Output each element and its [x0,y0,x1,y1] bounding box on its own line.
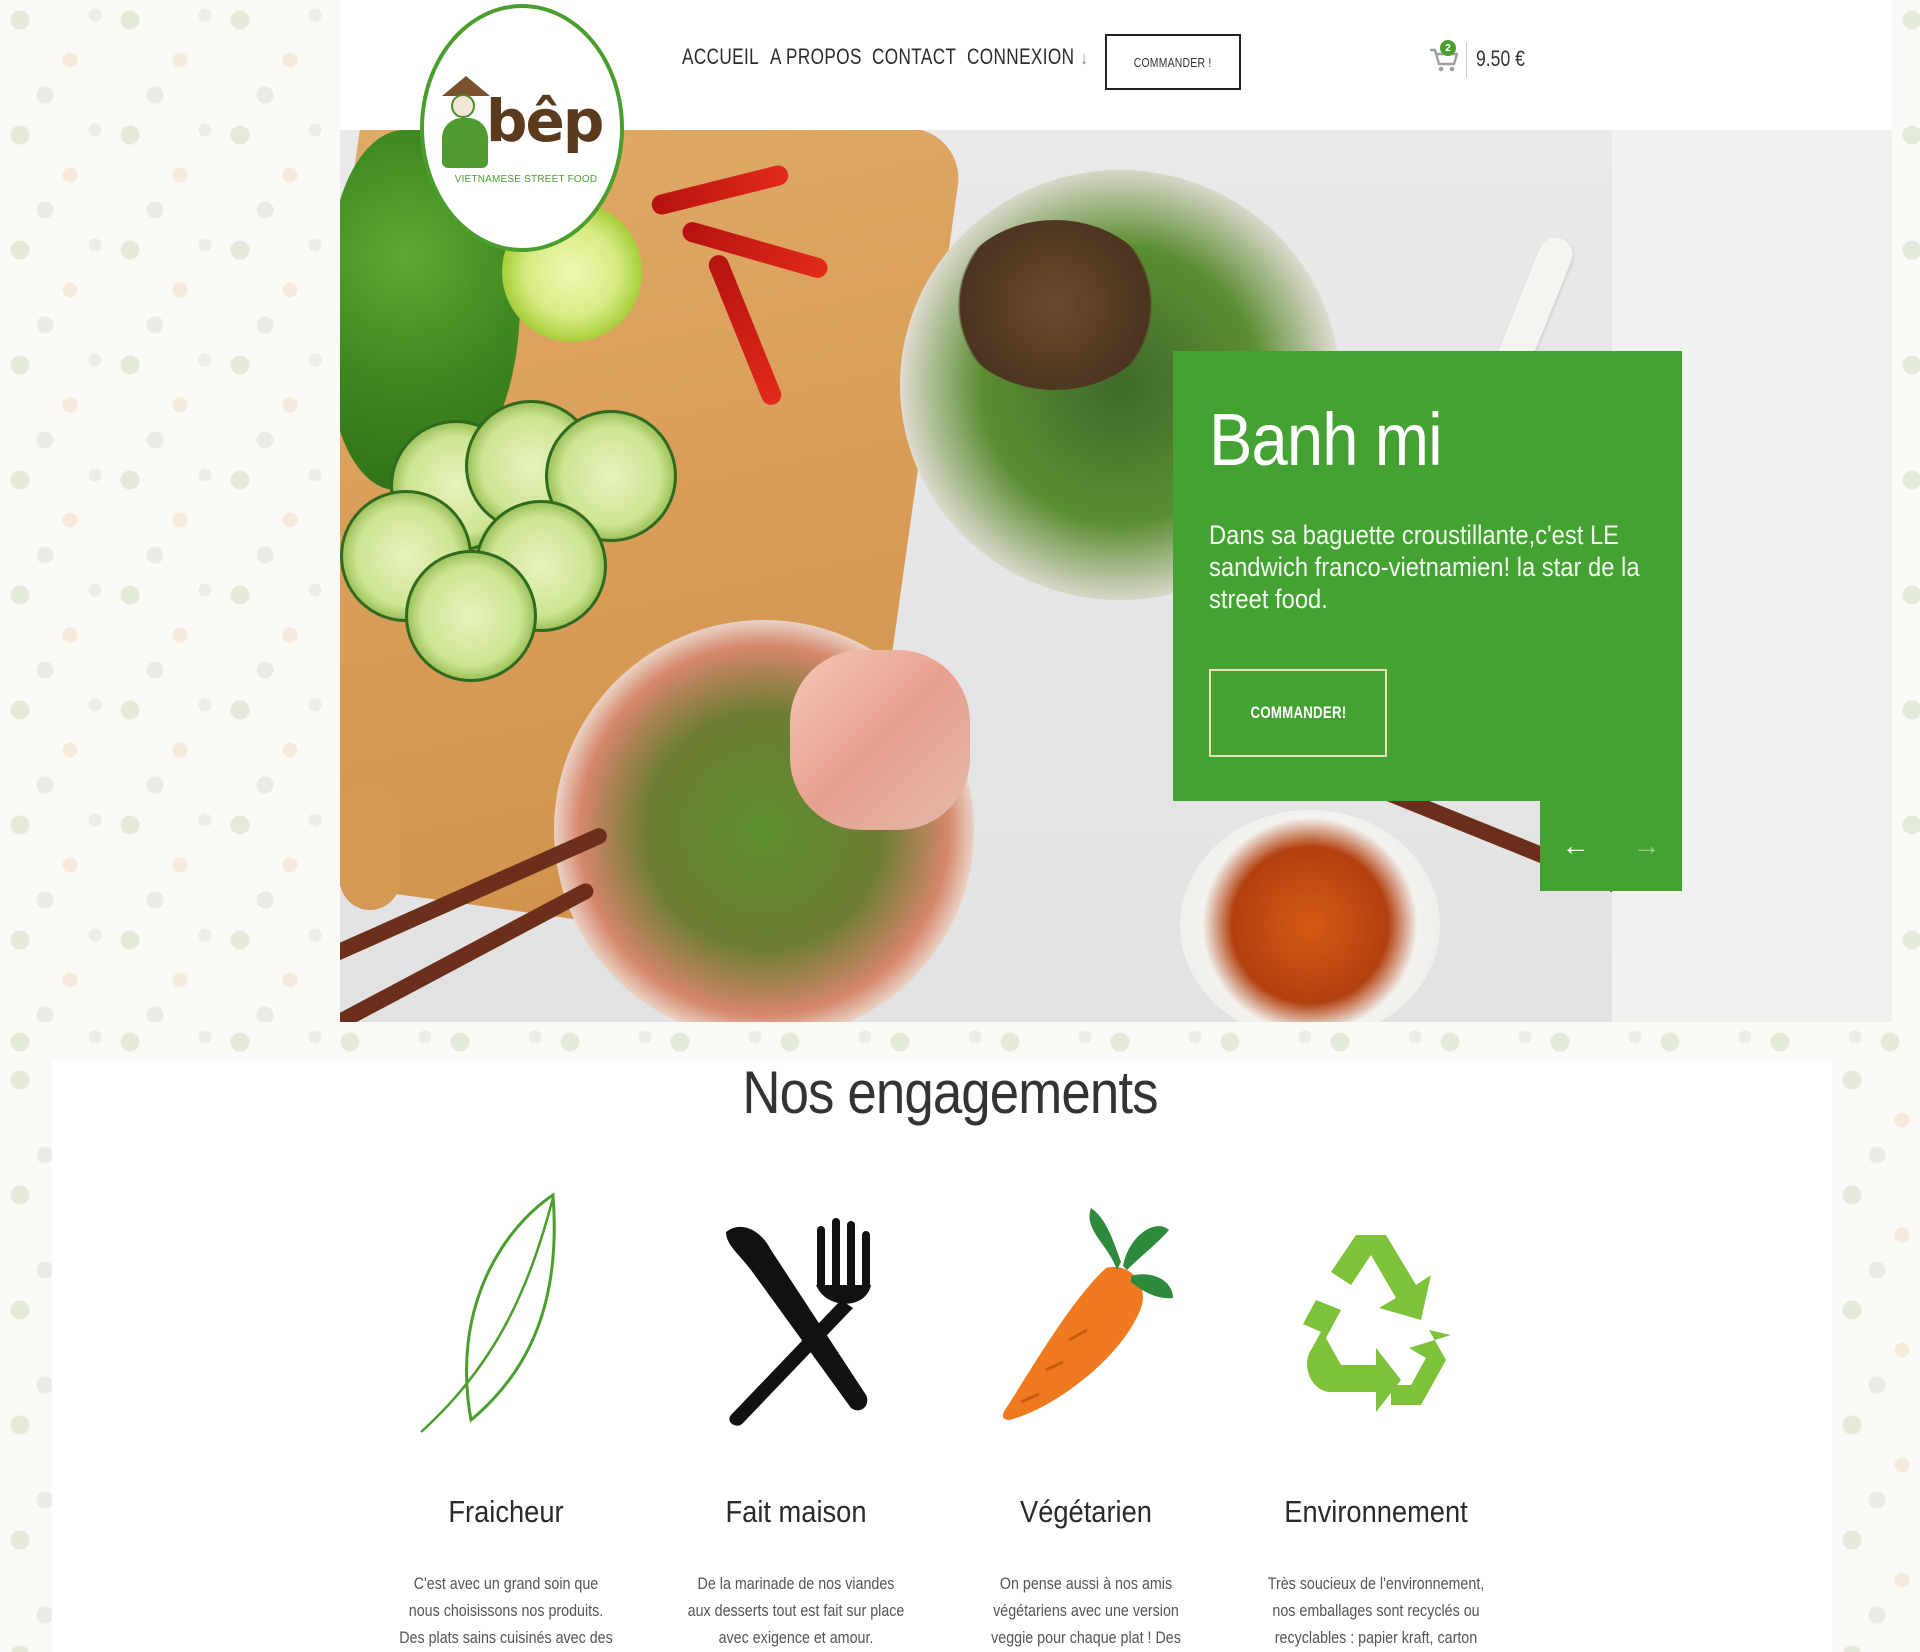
doodle-pattern-lower-right [1832,1060,1920,1652]
hero-title: Banh mi [1209,398,1443,481]
logo-wordmark: bêp [486,87,604,155]
slider-navigation: ← → [1540,801,1682,891]
order-button[interactable]: COMMANDER ! [1105,34,1241,90]
doodle-pattern-lower-left [0,1060,52,1652]
feature-title: Fraicheur [448,1494,564,1529]
hero-panel: Banh mi Dans sa baguette croustillante,c… [1173,351,1682,801]
feature-title: Végétarien [1020,1494,1152,1529]
cart-count-badge: 2 [1440,40,1456,56]
cart-total[interactable]: 9.50 € [1476,46,1525,72]
nav-item-contact[interactable]: CONTACT [872,44,956,70]
recycle-icon [1303,1235,1451,1412]
feature-text: De la marinade de nos viandes aux desser… [687,1574,905,1647]
logo-chef-figure [438,76,492,172]
brand-logo[interactable]: bêp VIETNAMESE STREET FOOD [420,4,624,252]
leaf-icon [420,1192,556,1433]
feature-title: Fait maison [725,1494,867,1529]
doodle-pattern-left [0,0,340,1060]
nav-item-accueil[interactable]: ACCUEIL [682,44,759,70]
feature-text: On pense aussi à nos amis végétariens av… [991,1574,1181,1647]
doodle-pattern-strip [0,1022,1920,1060]
arrow-right-icon[interactable]: → [1611,801,1682,891]
chevron-down-icon: ↓ [1080,48,1089,68]
feature-title: Environnement [1284,1494,1468,1529]
hero-description: Dans sa baguette croustillante,c'est LE … [1209,520,1640,614]
feature-text: C'est avec un grand soin que nous choisi… [399,1574,613,1647]
logo-tagline: VIETNAMESE STREET FOOD [454,174,598,185]
hero-order-button[interactable]: COMMANDER! [1209,669,1387,757]
section-title: Nos engagements [742,1059,1158,1126]
carrot-icon [1002,1208,1173,1420]
cart-divider [1466,42,1467,78]
arrow-left-icon[interactable]: ← [1540,801,1611,891]
cutlery-icon [726,1218,871,1426]
feature-text: Très soucieux de l'environnement, nos em… [1267,1574,1485,1647]
nav-item-a-propos[interactable]: A PROPOS [770,44,862,70]
nav-item-connexion[interactable]: CONNEXION ↓ [967,44,1088,70]
doodle-pattern-right [1892,0,1920,1060]
